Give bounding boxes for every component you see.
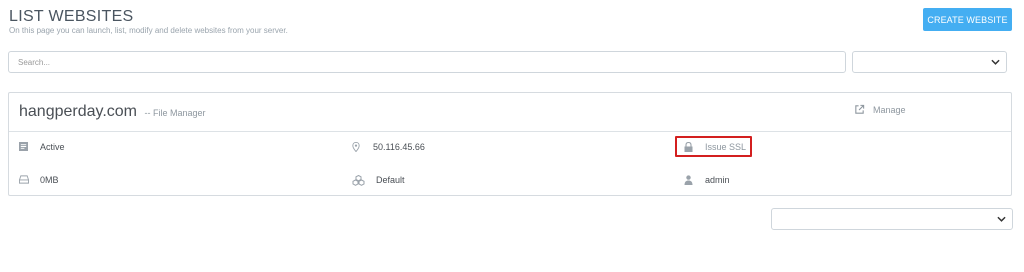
file-manager-link[interactable]: -- File Manager xyxy=(144,108,205,118)
disk-value: 0MB xyxy=(40,175,59,185)
manage-link[interactable]: Manage xyxy=(854,104,906,115)
create-website-button[interactable]: CREATE WEBSITE xyxy=(923,8,1012,31)
manage-label: Manage xyxy=(873,104,906,115)
package-cell: Default xyxy=(352,175,405,186)
ip-cell: 50.116.45.66 xyxy=(352,142,425,152)
domain-name: hangperday.com xyxy=(19,103,137,120)
website-card-header: hangperday.com -- File Manager Manage xyxy=(9,93,1011,132)
status-cell: Active xyxy=(19,142,65,152)
ip-value: 50.116.45.66 xyxy=(373,142,425,152)
package-value: Default xyxy=(376,175,405,185)
website-card: hangperday.com -- File Manager Manage Ac… xyxy=(8,92,1012,196)
owner-cell: admin xyxy=(684,175,730,185)
disk-cell: 0MB xyxy=(19,175,59,185)
page-subtitle: On this page you can launch, list, modif… xyxy=(9,26,288,35)
list-icon xyxy=(19,142,29,152)
ssl-highlight-box xyxy=(675,136,752,157)
user-icon xyxy=(684,175,694,185)
external-link-icon xyxy=(855,104,865,114)
page-title: LIST WEBSITES xyxy=(9,8,134,25)
hard-drive-icon xyxy=(19,175,29,185)
search-input[interactable] xyxy=(8,51,846,73)
cubes-icon xyxy=(352,175,365,186)
pagination-select[interactable] xyxy=(771,208,1013,230)
chevron-down-icon xyxy=(991,59,1000,65)
chevron-down-icon xyxy=(997,216,1006,222)
status-value: Active xyxy=(40,142,65,152)
list-websites-page: LIST WEBSITES On this page you can launc… xyxy=(0,0,1024,272)
map-pin-icon xyxy=(352,142,362,152)
website-domain[interactable]: hangperday.com -- File Manager xyxy=(19,103,205,121)
owner-value: admin xyxy=(705,175,730,185)
filter-select[interactable] xyxy=(852,51,1007,73)
